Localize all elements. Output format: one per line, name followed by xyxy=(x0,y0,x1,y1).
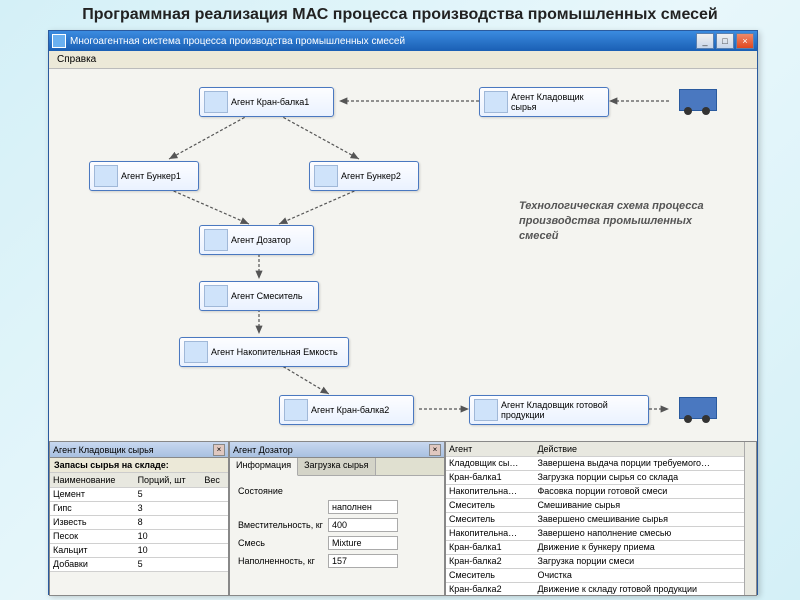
node-label: Агент Кладовщик готовой продукции xyxy=(501,400,644,420)
col-action[interactable]: Действие xyxy=(534,442,744,456)
tank-icon xyxy=(184,341,208,363)
node-nakopitel[interactable]: Агент Накопительная Емкость xyxy=(179,337,349,367)
table-row[interactable]: Накопительна…Завершено наполнение смесью xyxy=(446,526,744,540)
table-row[interactable]: Кладовщик сы…Завершена выдача порции тре… xyxy=(446,456,744,470)
value-field[interactable]: Mixture xyxy=(328,536,398,550)
table-row[interactable]: Гипс3 xyxy=(50,501,228,515)
table-row[interactable]: СмесительСмешивание сырья xyxy=(446,498,744,512)
panel1-title: Агент Кладовщик сырья xyxy=(53,445,154,455)
maximize-button[interactable]: □ xyxy=(716,33,734,49)
form-row: СмесьMixture xyxy=(238,536,436,550)
col-weight[interactable]: Вес xyxy=(201,473,228,487)
table-row[interactable]: Добавки5 xyxy=(50,557,228,571)
node-label: Агент Кран-балка2 xyxy=(311,405,389,415)
table-row[interactable]: Накопительна…Фасовка порции готовой смес… xyxy=(446,484,744,498)
menu-help[interactable]: Справка xyxy=(49,54,104,65)
canvas-description: Технологическая схема процесса производс… xyxy=(519,199,719,244)
panel-close-icon[interactable]: × xyxy=(429,444,441,456)
warehouse-icon xyxy=(484,91,508,113)
table-row[interactable]: Кран-балка1Загрузка порции сырья со скла… xyxy=(446,470,744,484)
value-field[interactable]: 400 xyxy=(328,518,398,532)
node-label: Агент Бункер2 xyxy=(341,171,401,181)
panel-close-icon[interactable]: × xyxy=(213,444,225,456)
table-row[interactable]: Песок10 xyxy=(50,529,228,543)
flow-canvas: Агент Кладовщик сырья Агент Кран-балка1 … xyxy=(49,69,757,441)
node-label: Агент Смеситель xyxy=(231,291,303,301)
bottom-panels: Агент Кладовщик сырья × Запасы сырья на с… xyxy=(49,441,757,596)
node-dozator[interactable]: Агент Дозатор xyxy=(199,225,314,255)
titlebar[interactable]: Многоагентная система процесса производс… xyxy=(49,31,757,51)
crane-icon xyxy=(284,399,308,421)
truck-in-icon xyxy=(679,89,717,111)
table-row[interactable]: Кран-балка1Движение к бункеру приема xyxy=(446,540,744,554)
bunker-icon xyxy=(94,165,118,187)
node-label: Агент Накопительная Емкость xyxy=(211,347,338,357)
slide-title: Программная реализация МАС процесса прои… xyxy=(0,0,800,26)
col-name[interactable]: Наименование xyxy=(50,473,135,487)
dispenser-icon xyxy=(204,229,228,251)
minimize-button[interactable]: _ xyxy=(696,33,714,49)
node-kran1[interactable]: Агент Кран-балка1 xyxy=(199,87,334,117)
panel-log: АгентДействие Кладовщик сы…Завершена выд… xyxy=(445,441,757,596)
panel2-title: Агент Дозатор xyxy=(233,445,293,455)
table-row[interactable]: Цемент5 xyxy=(50,487,228,501)
table-row[interactable]: СмесительОчистка xyxy=(446,568,744,582)
value-field[interactable]: наполнен xyxy=(328,500,398,514)
node-kladovshchik-syrya[interactable]: Агент Кладовщик сырья xyxy=(479,87,609,117)
app-window: Многоагентная система процесса производс… xyxy=(48,30,758,595)
table-row[interactable]: Кран-балка2Загрузка порции смеси xyxy=(446,554,744,568)
node-bunker2[interactable]: Агент Бункер2 xyxy=(309,161,419,191)
form-row: Наполненность, кг157 xyxy=(238,554,436,568)
col-qty[interactable]: Порций, шт xyxy=(135,473,202,487)
panel1-subtitle: Запасы сырья на складе: xyxy=(50,458,228,473)
table-row[interactable]: СмесительЗавершено смешивание сырья xyxy=(446,512,744,526)
stock-table: НаименованиеПорций, штВес Цемент5Гипс3Из… xyxy=(50,473,228,572)
node-label: Агент Кладовщик сырья xyxy=(511,92,604,112)
window-title: Многоагентная система процесса производс… xyxy=(70,36,696,47)
col-agent[interactable]: Агент xyxy=(446,442,534,456)
scrollbar[interactable] xyxy=(744,442,756,595)
node-label: Агент Бункер1 xyxy=(121,171,181,181)
table-row[interactable]: Известь8 xyxy=(50,515,228,529)
mixer-icon xyxy=(204,285,228,307)
node-kran2[interactable]: Агент Кран-балка2 xyxy=(279,395,414,425)
crane-icon xyxy=(204,91,228,113)
warehouse-icon xyxy=(474,399,498,421)
panel-kladovshchik: Агент Кладовщик сырья × Запасы сырья на с… xyxy=(49,441,229,596)
close-button[interactable]: × xyxy=(736,33,754,49)
menubar: Справка xyxy=(49,51,757,69)
log-table: АгентДействие Кладовщик сы…Завершена выд… xyxy=(446,442,744,595)
node-smesitel[interactable]: Агент Смеситель xyxy=(199,281,319,311)
truck-out-icon xyxy=(679,397,717,419)
dozator-form: Состояние наполнен Вместительность, кг400 С… xyxy=(230,476,444,578)
form-row: Состояние xyxy=(238,486,436,496)
form-row: Вместительность, кг400 xyxy=(238,518,436,532)
value-field[interactable]: 157 xyxy=(328,554,398,568)
form-row: наполнен xyxy=(238,500,436,514)
node-label: Агент Кран-балка1 xyxy=(231,97,309,107)
node-bunker1[interactable]: Агент Бункер1 xyxy=(89,161,199,191)
table-row[interactable]: Кран-балка2Движение к складу готовой про… xyxy=(446,582,744,595)
node-label: Агент Дозатор xyxy=(231,235,291,245)
table-row[interactable]: Кальцит10 xyxy=(50,543,228,557)
tab-info[interactable]: Информация xyxy=(230,458,298,476)
tab-load[interactable]: Загрузка сырья xyxy=(298,458,375,475)
app-icon xyxy=(52,34,66,48)
node-kladovshchik-produkcii[interactable]: Агент Кладовщик готовой продукции xyxy=(469,395,649,425)
bunker-icon xyxy=(314,165,338,187)
panel-dozator: Агент Дозатор × Информация Загрузка сырья… xyxy=(229,441,445,596)
